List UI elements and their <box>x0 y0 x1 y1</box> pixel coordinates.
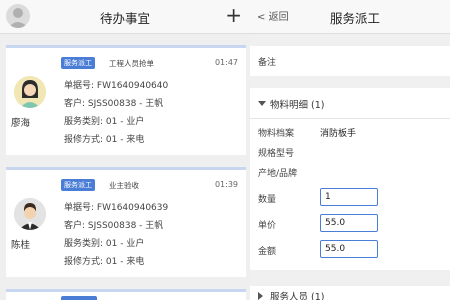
back-label: 返回 <box>268 12 289 23</box>
spec-label: 规格型号 <box>258 149 295 159</box>
service-category: 服务类别: 01 - 业户 <box>64 239 145 249</box>
status-badge: 服务派工 <box>61 179 95 191</box>
divider <box>250 118 450 119</box>
male-avatar-icon <box>14 198 46 230</box>
price-label: 单价 <box>258 221 277 231</box>
origin-label: 产地/品牌 <box>258 169 298 179</box>
assignee-name: 陈桂 <box>11 240 31 251</box>
status-badge <box>61 296 97 300</box>
report-method: 报修方式: 01 - 来电 <box>64 257 145 267</box>
amount-label: 金额 <box>258 247 277 257</box>
page-title: 服务派工 <box>330 11 381 26</box>
expand-triangle-icon[interactable] <box>258 292 263 300</box>
staff-section[interactable]: 服务人员 (1) <box>250 286 450 300</box>
order-number: 单据号: FW1640940640 <box>64 81 169 91</box>
back-button[interactable]: < 返回 <box>257 8 289 23</box>
material-section: 物料明细 (1) 物料档案 消防板手 规格型号 产地/品牌 数量 1 单价 55… <box>250 88 450 270</box>
todo-header: 待办事宜 + <box>0 0 250 34</box>
amount-input[interactable]: 55.0 <box>320 240 378 258</box>
todo-pane: 待办事宜 + 廖海 服务派工 工程人员抢单 01:47 单据号: FW16409… <box>0 0 250 300</box>
collapse-triangle-icon[interactable] <box>258 101 266 106</box>
task-type: 业主验收 <box>109 181 139 190</box>
task-time: 01:39 <box>214 180 238 189</box>
app-root: 待办事宜 + 廖海 服务派工 工程人员抢单 01:47 单据号: FW16409… <box>0 0 450 300</box>
customer-info: 客户: SJSS00838 - 王帆 <box>64 221 164 231</box>
task-time: 01:47 <box>214 58 238 67</box>
status-badge: 服务派工 <box>61 57 95 69</box>
dispatch-pane: < 返回 服务派工 备注 物料明细 (1) 物料档案 消防板手 规格型号 产地/… <box>250 0 450 300</box>
order-number: 单据号: FW1640940639 <box>64 203 169 213</box>
assignee-name: 廖海 <box>11 118 31 129</box>
quantity-label: 数量 <box>258 195 277 205</box>
todo-title: 待办事宜 <box>99 11 150 26</box>
customer-info: 客户: SJSS00838 - 王帆 <box>64 99 164 109</box>
staff-section-title: 服务人员 (1) <box>270 292 325 300</box>
dispatch-header: < 返回 服务派工 <box>250 0 450 34</box>
remark-field[interactable]: 备注 <box>250 46 450 76</box>
archive-value: 消防板手 <box>320 129 357 139</box>
task-type: 工程人员抢单 <box>109 59 154 68</box>
report-method: 报修方式: 01 - 来电 <box>64 135 145 145</box>
todo-card[interactable]: 陈桂 服务派工 业主验收 01:39 单据号: FW1640940639 客户:… <box>6 167 246 277</box>
material-section-title[interactable]: 物料明细 (1) <box>270 97 324 111</box>
plus-icon[interactable]: + <box>225 4 242 26</box>
todo-card[interactable] <box>6 289 246 300</box>
female-avatar-icon <box>14 76 46 108</box>
service-category: 服务类别: 01 - 业户 <box>64 117 145 127</box>
todo-card[interactable]: 廖海 服务派工 工程人员抢单 01:47 单据号: FW1640940640 客… <box>6 45 246 155</box>
price-input[interactable]: 55.0 <box>320 214 378 232</box>
remark-label: 备注 <box>258 58 277 68</box>
quantity-input[interactable]: 1 <box>320 188 378 206</box>
archive-label: 物料档案 <box>258 129 295 139</box>
back-chevron-icon: < <box>257 12 266 23</box>
